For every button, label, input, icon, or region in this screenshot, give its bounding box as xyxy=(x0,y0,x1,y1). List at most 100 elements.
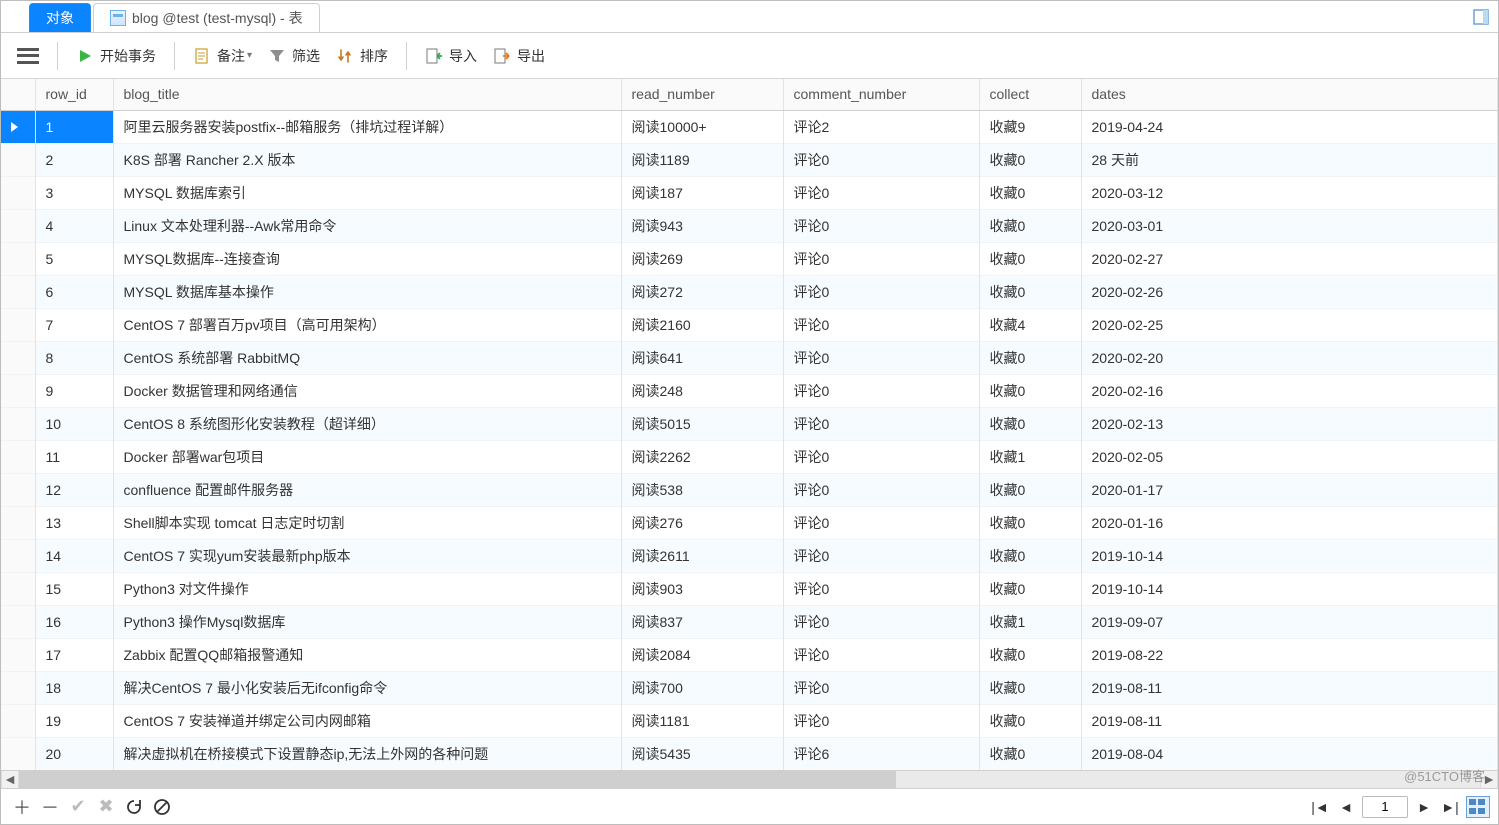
cell-collect[interactable]: 收藏4 xyxy=(979,308,1081,341)
table-row[interactable]: 15Python3 对文件操作阅读903评论0收藏02019-10-14 xyxy=(1,572,1498,605)
cell-row_id[interactable]: 16 xyxy=(35,605,113,638)
cell-dates[interactable]: 2020-02-05 xyxy=(1081,440,1498,473)
table-row[interactable]: 10CentOS 8 系统图形化安装教程（超详细）阅读5015评论0收藏0202… xyxy=(1,407,1498,440)
cell-row_id[interactable]: 5 xyxy=(35,242,113,275)
cell-dates[interactable]: 2019-08-22 xyxy=(1081,638,1498,671)
cell-row_id[interactable]: 17 xyxy=(35,638,113,671)
cell-comment_number[interactable]: 评论0 xyxy=(783,506,979,539)
cell-dates[interactable]: 2020-02-25 xyxy=(1081,308,1498,341)
cell-dates[interactable]: 2019-04-24 xyxy=(1081,110,1498,143)
cell-read_number[interactable]: 阅读5015 xyxy=(621,407,783,440)
cell-read_number[interactable]: 阅读248 xyxy=(621,374,783,407)
cell-collect[interactable]: 收藏0 xyxy=(979,638,1081,671)
cell-row_id[interactable]: 10 xyxy=(35,407,113,440)
cell-row_id[interactable]: 11 xyxy=(35,440,113,473)
table-row[interactable]: 5MYSQL数据库--连接查询阅读269评论0收藏02020-02-27 xyxy=(1,242,1498,275)
table-row[interactable]: 3MYSQL 数据库索引阅读187评论0收藏02020-03-12 xyxy=(1,176,1498,209)
table-row[interactable]: 7CentOS 7 部署百万pv项目（高可用架构）阅读2160评论0收藏4202… xyxy=(1,308,1498,341)
row-indicator[interactable] xyxy=(1,572,35,605)
cell-dates[interactable]: 2020-01-16 xyxy=(1081,506,1498,539)
cell-dates[interactable]: 28 天前 xyxy=(1081,143,1498,176)
cell-comment_number[interactable]: 评论0 xyxy=(783,176,979,209)
refresh-button[interactable] xyxy=(121,794,147,820)
row-indicator[interactable] xyxy=(1,308,35,341)
menu-button[interactable] xyxy=(9,44,47,68)
delete-row-button[interactable]: － xyxy=(37,794,63,820)
cell-collect[interactable]: 收藏0 xyxy=(979,473,1081,506)
page-input[interactable] xyxy=(1362,796,1408,818)
cell-dates[interactable]: 2020-02-13 xyxy=(1081,407,1498,440)
table-row[interactable]: 6MYSQL 数据库基本操作阅读272评论0收藏02020-02-26 xyxy=(1,275,1498,308)
panel-toggle-icon[interactable] xyxy=(1472,8,1490,26)
cell-dates[interactable]: 2020-02-27 xyxy=(1081,242,1498,275)
cell-comment_number[interactable]: 评论0 xyxy=(783,473,979,506)
table-row[interactable]: 17Zabbix 配置QQ邮箱报警通知阅读2084评论0收藏02019-08-2… xyxy=(1,638,1498,671)
cell-blog_title[interactable]: Docker 数据管理和网络通信 xyxy=(113,374,621,407)
cell-collect[interactable]: 收藏1 xyxy=(979,440,1081,473)
cell-row_id[interactable]: 8 xyxy=(35,341,113,374)
row-indicator[interactable] xyxy=(1,737,35,770)
cell-read_number[interactable]: 阅读1181 xyxy=(621,704,783,737)
cell-blog_title[interactable]: Python3 操作Mysql数据库 xyxy=(113,605,621,638)
table-row[interactable]: 4Linux 文本处理利器--Awk常用命令阅读943评论0收藏02020-03… xyxy=(1,209,1498,242)
cell-row_id[interactable]: 3 xyxy=(35,176,113,209)
row-indicator[interactable] xyxy=(1,506,35,539)
cell-read_number[interactable]: 阅读2611 xyxy=(621,539,783,572)
memo-button[interactable]: 备注 ▾ xyxy=(185,42,260,70)
cell-collect[interactable]: 收藏0 xyxy=(979,275,1081,308)
stop-button[interactable] xyxy=(149,794,175,820)
cell-comment_number[interactable]: 评论0 xyxy=(783,605,979,638)
cell-read_number[interactable]: 阅读700 xyxy=(621,671,783,704)
cell-comment_number[interactable]: 评论0 xyxy=(783,671,979,704)
cell-row_id[interactable]: 7 xyxy=(35,308,113,341)
header-read-number[interactable]: read_number xyxy=(621,79,783,110)
row-indicator[interactable] xyxy=(1,638,35,671)
cell-read_number[interactable]: 阅读5435 xyxy=(621,737,783,770)
cell-collect[interactable]: 收藏0 xyxy=(979,506,1081,539)
cell-blog_title[interactable]: CentOS 系统部署 RabbitMQ xyxy=(113,341,621,374)
cell-comment_number[interactable]: 评论0 xyxy=(783,638,979,671)
row-indicator[interactable] xyxy=(1,473,35,506)
cell-read_number[interactable]: 阅读2262 xyxy=(621,440,783,473)
cell-blog_title[interactable]: Docker 部署war包项目 xyxy=(113,440,621,473)
cell-blog_title[interactable]: CentOS 7 部署百万pv项目（高可用架构） xyxy=(113,308,621,341)
cell-blog_title[interactable]: 解决虚拟机在桥接模式下设置静态ip,无法上外网的各种问题 xyxy=(113,737,621,770)
sort-button[interactable]: 排序 xyxy=(328,42,396,70)
cell-comment_number[interactable]: 评论0 xyxy=(783,374,979,407)
cell-dates[interactable]: 2019-10-14 xyxy=(1081,572,1498,605)
cell-row_id[interactable]: 15 xyxy=(35,572,113,605)
row-indicator[interactable] xyxy=(1,209,35,242)
cell-read_number[interactable]: 阅读276 xyxy=(621,506,783,539)
header-rowid[interactable]: row_id xyxy=(35,79,113,110)
cell-read_number[interactable]: 阅读538 xyxy=(621,473,783,506)
cell-blog_title[interactable]: CentOS 7 安装禅道并绑定公司内网邮箱 xyxy=(113,704,621,737)
header-indicator[interactable] xyxy=(1,79,35,110)
export-button[interactable]: 导出 xyxy=(485,42,553,70)
cell-comment_number[interactable]: 评论0 xyxy=(783,341,979,374)
cell-row_id[interactable]: 18 xyxy=(35,671,113,704)
row-indicator[interactable] xyxy=(1,539,35,572)
cell-collect[interactable]: 收藏0 xyxy=(979,242,1081,275)
cell-comment_number[interactable]: 评论6 xyxy=(783,737,979,770)
cell-read_number[interactable]: 阅读903 xyxy=(621,572,783,605)
cell-collect[interactable]: 收藏0 xyxy=(979,737,1081,770)
cell-blog_title[interactable]: MYSQL 数据库基本操作 xyxy=(113,275,621,308)
cell-read_number[interactable]: 阅读1189 xyxy=(621,143,783,176)
table-row[interactable]: 20解决虚拟机在桥接模式下设置静态ip,无法上外网的各种问题阅读5435评论6收… xyxy=(1,737,1498,770)
table-row[interactable]: 11Docker 部署war包项目阅读2262评论0收藏12020-02-05 xyxy=(1,440,1498,473)
horizontal-scrollbar[interactable]: ◄ ► xyxy=(1,770,1498,788)
cell-row_id[interactable]: 9 xyxy=(35,374,113,407)
cell-comment_number[interactable]: 评论0 xyxy=(783,572,979,605)
table-row[interactable]: 19CentOS 7 安装禅道并绑定公司内网邮箱阅读1181评论0收藏02019… xyxy=(1,704,1498,737)
cell-comment_number[interactable]: 评论0 xyxy=(783,308,979,341)
table-row[interactable]: 18解决CentOS 7 最小化安装后无ifconfig命令阅读700评论0收藏… xyxy=(1,671,1498,704)
cell-blog_title[interactable]: MYSQL 数据库索引 xyxy=(113,176,621,209)
cell-row_id[interactable]: 13 xyxy=(35,506,113,539)
cancel-button[interactable]: ✖ xyxy=(93,794,119,820)
cell-row_id[interactable]: 20 xyxy=(35,737,113,770)
cell-read_number[interactable]: 阅读187 xyxy=(621,176,783,209)
prev-page-button[interactable]: ◄ xyxy=(1336,797,1356,817)
cell-blog_title[interactable]: 解决CentOS 7 最小化安装后无ifconfig命令 xyxy=(113,671,621,704)
cell-comment_number[interactable]: 评论0 xyxy=(783,209,979,242)
cell-dates[interactable]: 2020-02-16 xyxy=(1081,374,1498,407)
